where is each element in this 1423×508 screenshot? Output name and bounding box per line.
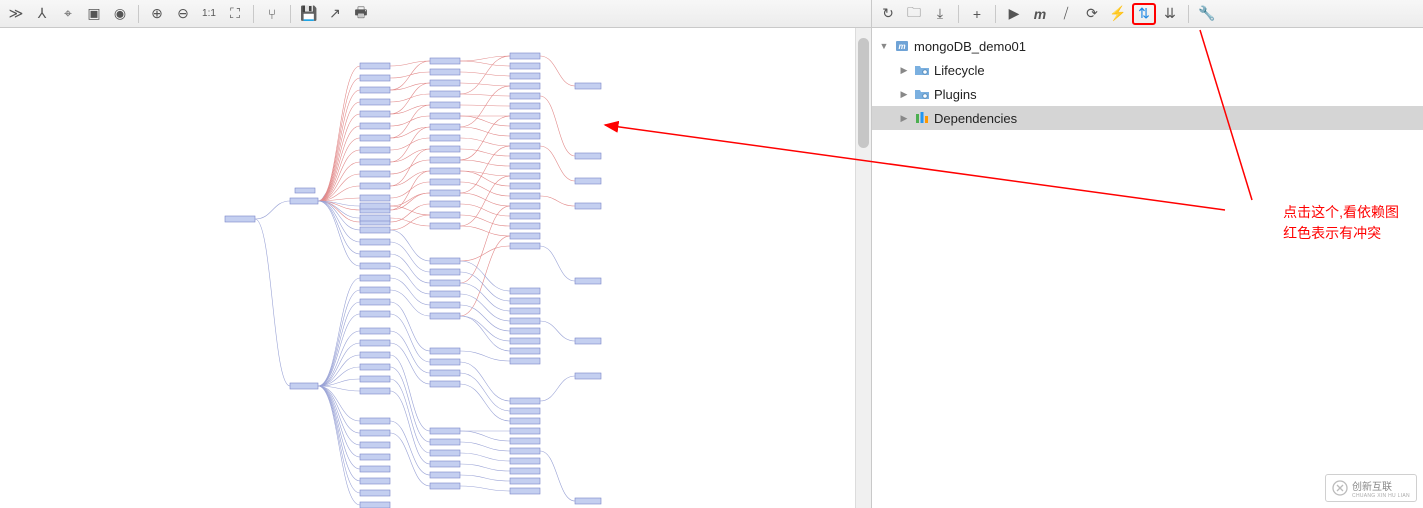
toolbar-separator	[1188, 5, 1189, 23]
actual-size-icon[interactable]: 1:1	[197, 3, 221, 25]
chevron-right-icon[interactable]: ▶	[898, 112, 910, 124]
maven-projects-tree[interactable]: ▼ m mongoDB_demo01 ▶ Lifecycle ▶ Plugins	[872, 28, 1423, 508]
chevron-down-icon[interactable]: ▼	[878, 40, 890, 52]
settings-icon[interactable]: 🔧	[1195, 3, 1219, 25]
tree-item-label: Dependencies	[934, 111, 1017, 126]
tree-root-row[interactable]: ▼ m mongoDB_demo01	[872, 34, 1423, 58]
watermark-badge: 创新互联 CHUANG XIN HU LIAN	[1325, 474, 1417, 502]
toolbar-separator	[138, 5, 139, 23]
watermark-sub: CHUANG XIN HU LIAN	[1352, 493, 1410, 499]
diagram-toolbar: ≫⅄⌖▣◉ ⊕⊖1:1⛶ ⑂ 💾↗🖶	[0, 0, 871, 28]
tree-row-plugins[interactable]: ▶ Plugins	[872, 82, 1423, 106]
zoom-select-icon[interactable]: ⌖	[56, 3, 80, 25]
overflow-icon[interactable]: ≫	[4, 3, 28, 25]
tree-item-label: Lifecycle	[934, 63, 985, 78]
eye-icon[interactable]: ◉	[108, 3, 132, 25]
annotation-line2: 红色表示有冲突	[1283, 223, 1399, 244]
fit-content-icon[interactable]: ⛶	[223, 3, 247, 25]
zoom-out-icon[interactable]: ⊖	[171, 3, 195, 25]
toolbar-separator	[290, 5, 291, 23]
dependency-graph	[0, 28, 871, 508]
generate-sources-icon[interactable]: 🗀	[902, 3, 926, 25]
refresh-icon[interactable]: ↻	[876, 3, 900, 25]
add-icon[interactable]: +	[965, 3, 989, 25]
skip-tests-icon[interactable]: ⚡	[1106, 3, 1130, 25]
diagram-scrollbar[interactable]	[855, 28, 871, 508]
chevron-right-icon[interactable]: ▶	[898, 64, 910, 76]
print-icon[interactable]: 🖶	[349, 3, 373, 25]
watermark-text: 创新互联	[1352, 478, 1410, 493]
export-icon[interactable]: ↗	[323, 3, 347, 25]
maven-tool-window: ↻🗀⤓+▶m⧸⟳⚡⇅⇊🔧 ▼ m mongoDB_demo01 ▶ Lifecy…	[872, 0, 1423, 508]
dependency-diagram-panel: ≫⅄⌖▣◉ ⊕⊖1:1⛶ ⑂ 💾↗🖶	[0, 0, 872, 508]
toggle-offline-icon[interactable]: ⧸	[1054, 3, 1078, 25]
share-icon[interactable]: ⑂	[260, 3, 284, 25]
tree-item-label: Plugins	[934, 87, 977, 102]
folder-gear-icon	[914, 86, 930, 102]
save-icon[interactable]: 💾	[297, 3, 321, 25]
maven-toolbar: ↻🗀⤓ + ▶m⧸⟳⚡⇅⇊ 🔧	[872, 0, 1423, 28]
annotation-line1: 点击这个,看依赖图	[1283, 202, 1399, 223]
tree-row-dependencies[interactable]: ▶ Dependencies	[872, 106, 1423, 130]
scrollbar-thumb[interactable]	[858, 38, 869, 148]
zoom-in-icon[interactable]: ⊕	[145, 3, 169, 25]
download-icon[interactable]: ⤓	[928, 3, 952, 25]
dependencies-icon	[914, 110, 930, 126]
chevron-right-icon[interactable]: ▶	[898, 88, 910, 100]
svg-text:m: m	[898, 42, 905, 51]
folder-gear-icon	[914, 62, 930, 78]
run-icon[interactable]: ▶	[1002, 3, 1026, 25]
reimport-icon[interactable]: ⟳	[1080, 3, 1104, 25]
collapse-all-icon[interactable]: ⇊	[1158, 3, 1182, 25]
maven-icon[interactable]: m	[1028, 3, 1052, 25]
tree-root-label: mongoDB_demo01	[914, 39, 1026, 54]
tree-row-lifecycle[interactable]: ▶ Lifecycle	[872, 58, 1423, 82]
toolbar-separator	[958, 5, 959, 23]
maven-module-icon: m	[894, 38, 910, 54]
toolbar-separator	[253, 5, 254, 23]
annotation-text: 点击这个,看依赖图 红色表示有冲突	[1283, 202, 1399, 244]
show-dependencies-icon[interactable]: ⇅	[1132, 3, 1156, 25]
fit-selection-icon[interactable]: ▣	[82, 3, 106, 25]
toolbar-separator	[995, 5, 996, 23]
diagram-canvas[interactable]	[0, 28, 871, 508]
tree-icon[interactable]: ⅄	[30, 3, 54, 25]
